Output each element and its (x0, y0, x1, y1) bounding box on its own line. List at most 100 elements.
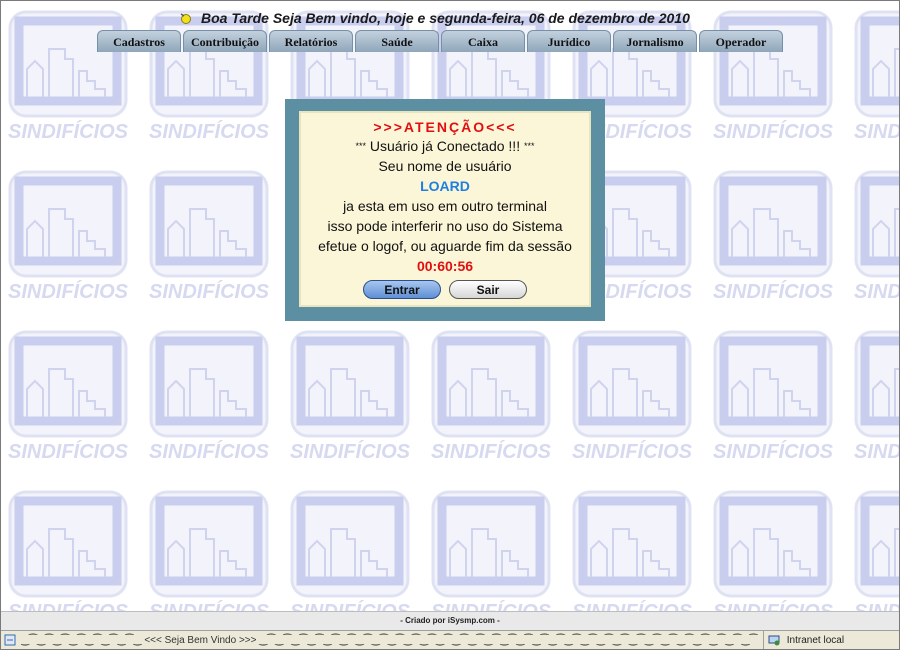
building-logo-icon (8, 490, 128, 598)
tab-jornalismo[interactable]: Jornalismo (613, 30, 697, 52)
tab-operador[interactable]: Operador (699, 30, 783, 52)
enter-button[interactable]: Entrar (363, 280, 441, 299)
watermark-text: SINDIFÍCIOS (7, 281, 128, 303)
watermark-text: SINDIFÍCIOS (571, 441, 692, 463)
status-marquee: ‿⁀‿⁀‿⁀‿⁀‿⁀‿⁀‿⁀‿ <<< Seja Bem Vindo >>> ‿… (21, 635, 758, 646)
background-tile: SINDIFÍCIOS (847, 321, 899, 481)
building-logo-icon (8, 330, 128, 438)
in-use-text: ja esta em uso em outro terminal (343, 198, 547, 214)
building-logo-icon (713, 330, 833, 438)
dialog-buttons: Entrar Sair (301, 280, 589, 299)
background-tile: SINDIFÍCIOS (283, 321, 417, 481)
tab-cadastros[interactable]: Cadastros (97, 30, 181, 52)
building-logo-icon (854, 490, 899, 598)
browser-status-bar: ‿⁀‿⁀‿⁀‿⁀‿⁀‿⁀‿⁀‿ <<< Seja Bem Vindo >>> ‿… (1, 630, 899, 649)
watermark-text: SINDIFÍCIOS (565, 601, 699, 611)
session-warning-dialog: >>>ATENÇÃO<<< *** Usuário já Conectado !… (285, 99, 605, 321)
watermark-text: SINDIFÍCIOS (148, 121, 269, 143)
greeting-text: Boa Tarde Seja Bem vindo, hoje e segunda… (201, 10, 690, 26)
sun-icon (180, 13, 191, 24)
background-tile: SINDIFÍCIOS (142, 161, 276, 321)
watermark-text: SINDIFÍCIOS (7, 121, 128, 143)
watermark-text: SINDIFÍCIOS (283, 601, 417, 611)
tab-juridico[interactable]: Jurídico (527, 30, 611, 52)
building-logo-icon (8, 170, 128, 278)
connected-text: Usuário já Conectado !!! (369, 138, 521, 154)
background-tile: SINDIFÍCIOS (565, 481, 699, 611)
watermark-text: SINDIFÍCIOS (712, 441, 833, 463)
background-tile: SINDIFÍCIOS (565, 321, 699, 481)
watermark-text: SINDIFÍCIOS (424, 601, 558, 611)
connected-suffix: *** (523, 141, 535, 151)
background-tile: SINDIFÍCIOS (706, 321, 840, 481)
zone-label: Intranet local (786, 635, 845, 646)
building-logo-icon (8, 10, 128, 118)
browser-page: SINDIFÍCIOS SINDIFÍCIOS SINDIFÍCIOS SIND… (0, 0, 900, 650)
watermark-text: SINDIFÍCIOS (430, 441, 551, 463)
background-tile: SINDIFÍCIOS (706, 481, 840, 611)
background-tile: SINDIFÍCIOS (706, 161, 840, 321)
dialog-content: >>>ATENÇÃO<<< *** Usuário já Conectado !… (299, 111, 591, 307)
watermark-text: SINDIFÍCIOS (7, 441, 128, 463)
watermark-text: SINDIFÍCIOS (142, 601, 276, 611)
background-tile: SINDIFÍCIOS (1, 161, 135, 321)
building-logo-icon (431, 490, 551, 598)
building-logo-icon (572, 330, 692, 438)
background-tile: SINDIFÍCIOS (706, 1, 840, 161)
connected-line: *** Usuário já Conectado !!! *** (301, 136, 589, 156)
dialog-title: >>>ATENÇÃO<<< (373, 119, 517, 135)
watermark-text: SINDIFÍCIOS (853, 121, 899, 143)
background-tile: SINDIFÍCIOS (1, 481, 135, 611)
building-logo-icon (290, 490, 410, 598)
session-timer: 00:60:56 (416, 258, 474, 274)
building-logo-icon (854, 10, 899, 118)
building-logo-icon (713, 170, 833, 278)
background-tile: SINDIFÍCIOS (1, 321, 135, 481)
building-logo-icon (149, 490, 269, 598)
background-tile: SINDIFÍCIOS (142, 481, 276, 611)
background-tile: SINDIFÍCIOS (142, 321, 276, 481)
tab-caixa[interactable]: Caixa (441, 30, 525, 52)
page-icon (4, 634, 16, 646)
background-tile: SINDIFÍCIOS (424, 321, 558, 481)
background-tile: SINDIFÍCIOS (847, 481, 899, 611)
watermark-text: SINDIFÍCIOS (148, 281, 269, 303)
logoff-text: efetue o logof, ou aguarde fim da sessão (318, 238, 572, 254)
watermark-text: SINDIFÍCIOS (853, 441, 899, 463)
building-logo-icon (431, 330, 551, 438)
username-label: Seu nome de usuário (378, 158, 512, 174)
building-logo-icon (149, 170, 269, 278)
watermark-text: SINDIFÍCIOS (289, 441, 410, 463)
building-logo-icon (572, 490, 692, 598)
username-value: LOARD (420, 178, 470, 194)
building-logo-icon (149, 330, 269, 438)
background-tile: SINDIFÍCIOS (847, 1, 899, 161)
background-tile: SINDIFÍCIOS (283, 481, 417, 611)
background-tile: SINDIFÍCIOS (847, 161, 899, 321)
watermark-text: SINDIFÍCIOS (706, 601, 840, 611)
exit-button[interactable]: Sair (449, 280, 527, 299)
tab-contribuicao[interactable]: Contribuição (183, 30, 267, 52)
connected-prefix: *** (355, 141, 366, 151)
building-logo-icon (713, 10, 833, 118)
background-tile: SINDIFÍCIOS (424, 481, 558, 611)
watermark-text: SINDIFÍCIOS (847, 601, 899, 611)
tab-relatorios[interactable]: Relatórios (269, 30, 353, 52)
watermark-text: SINDIFÍCIOS (712, 121, 833, 143)
watermark-text: SINDIFÍCIOS (712, 281, 833, 303)
main-nav: Cadastros Contribuição Relatórios Saúde … (97, 30, 783, 52)
security-zone: Intranet local (763, 631, 899, 649)
interfere-text: isso pode interferir no uso do Sistema (327, 218, 563, 234)
building-logo-icon (290, 330, 410, 438)
building-logo-icon (854, 170, 899, 278)
background-tile: SINDIFÍCIOS (1, 1, 135, 161)
footer-credit: - Criado por iSysmp.com - (1, 611, 899, 630)
greeting-bar: Boa Tarde Seja Bem vindo, hoje e segunda… (179, 8, 690, 28)
building-logo-icon (854, 330, 899, 438)
watermark-text: SINDIFÍCIOS (853, 281, 899, 303)
tab-saude[interactable]: Saúde (355, 30, 439, 52)
intranet-icon (768, 635, 780, 646)
watermark-text: SINDIFÍCIOS (1, 601, 135, 611)
building-logo-icon (713, 490, 833, 598)
watermark-text: SINDIFÍCIOS (148, 441, 269, 463)
